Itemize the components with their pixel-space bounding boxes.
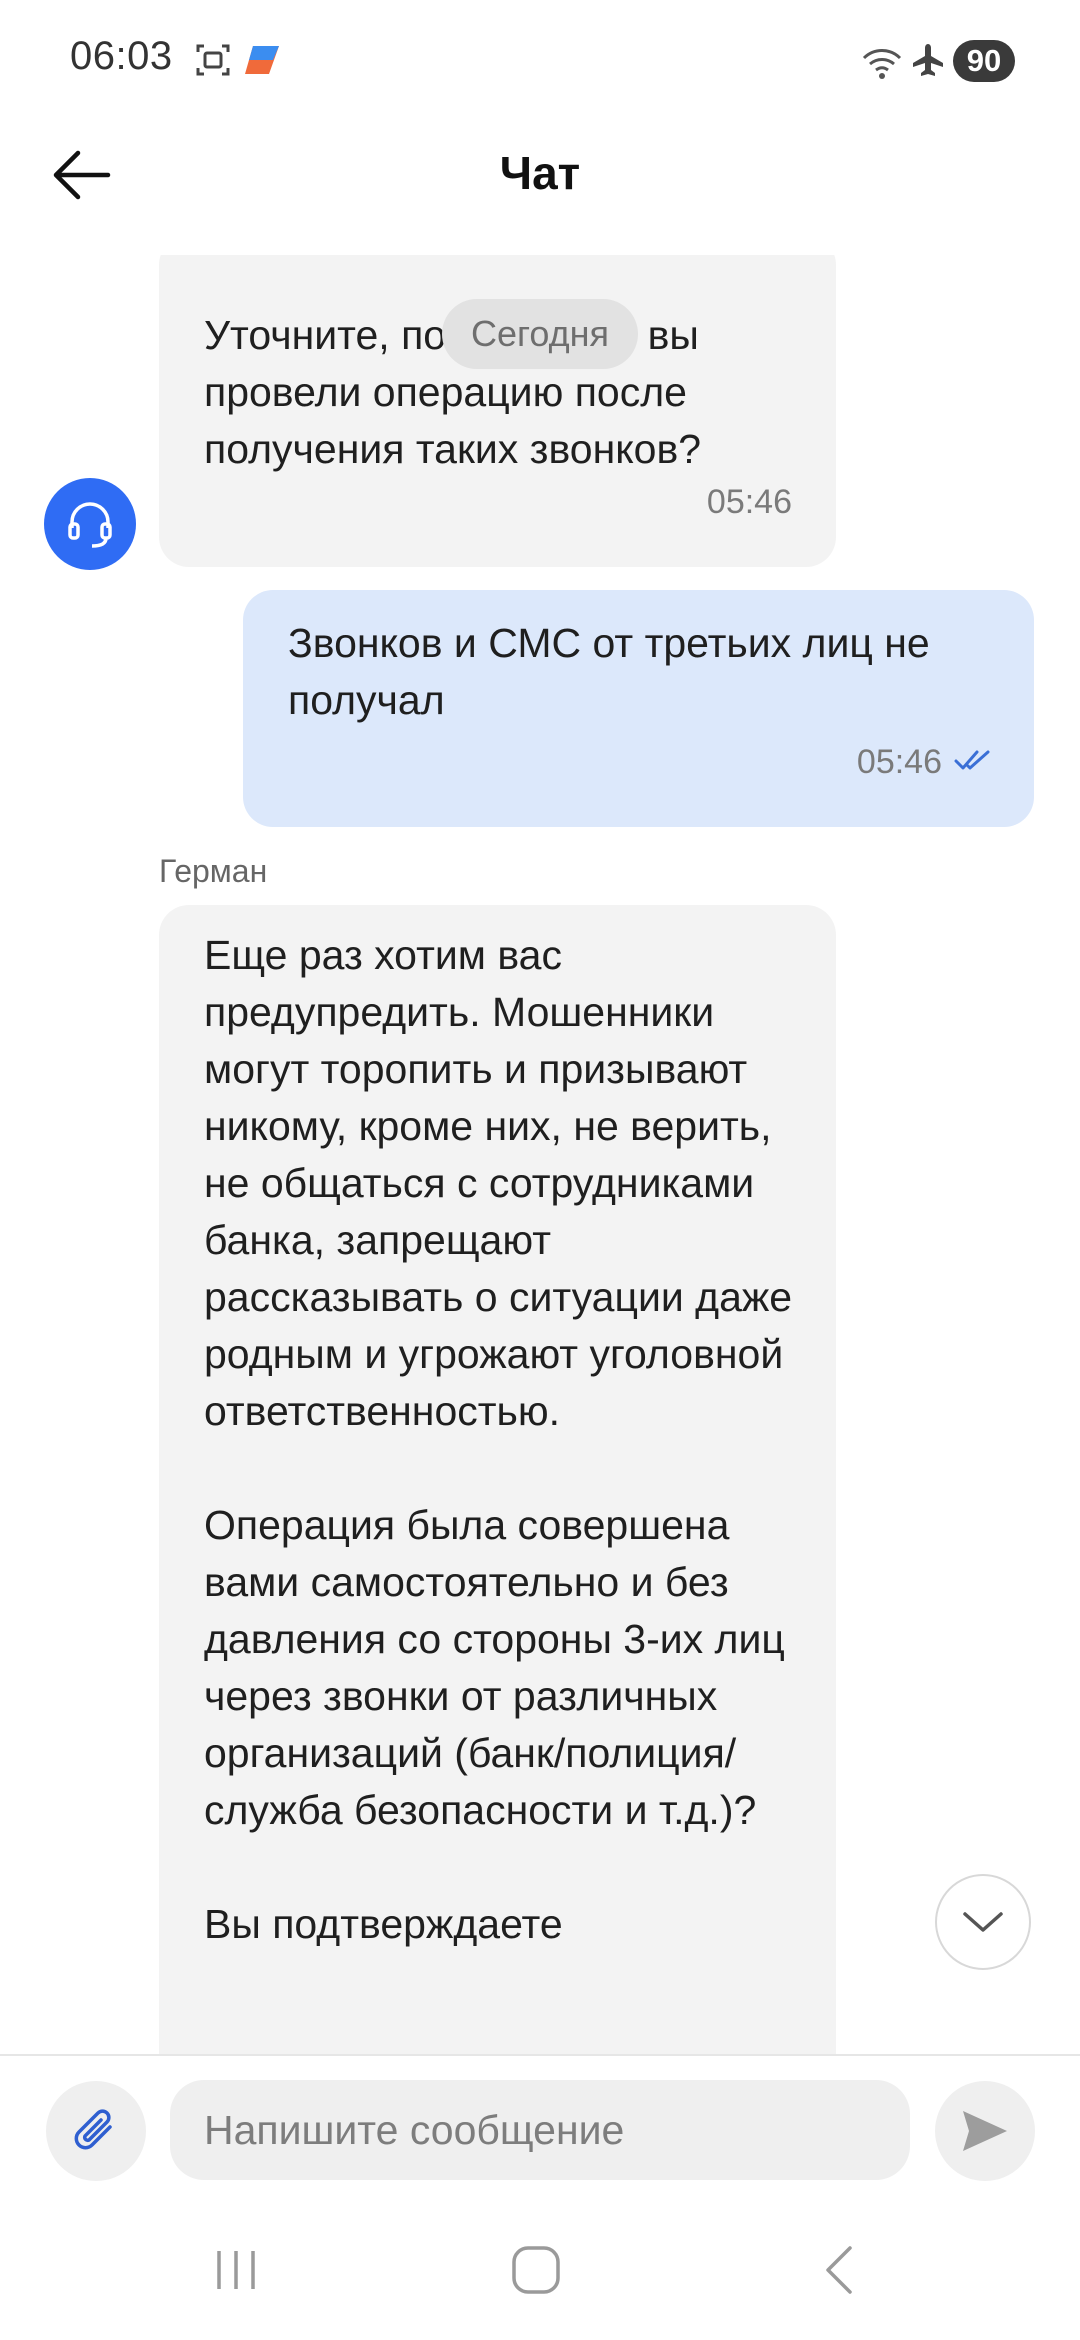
- scroll-down-button[interactable]: [935, 1874, 1031, 1970]
- home-icon: [512, 2246, 560, 2294]
- message-input[interactable]: [170, 2080, 910, 2180]
- chat-area[interactable]: Уточните, пожалуйста, вы провели операци…: [0, 255, 1080, 2055]
- battery-level: 90: [966, 43, 1002, 78]
- app-notification-icon: [243, 42, 283, 83]
- page-title: Чат: [499, 147, 581, 199]
- home-button[interactable]: [496, 2240, 576, 2300]
- system-back-button[interactable]: [800, 2240, 880, 2300]
- recent-apps-button[interactable]: [196, 2240, 276, 2300]
- paperclip-icon: [74, 2109, 112, 2150]
- status-time: 06:03: [70, 34, 173, 78]
- chevron-left-icon: [826, 2246, 852, 2294]
- message-time: 05:46: [856, 743, 942, 781]
- message-text: Звонков и СМС от третьих лиц не получал: [288, 620, 942, 723]
- incoming-message: Еще раз хотим вас предупредить. Мошенник…: [159, 905, 836, 2055]
- support-avatar: [44, 478, 136, 570]
- recent-apps-icon: [217, 2251, 255, 2289]
- message-text: Еще раз хотим вас предупредить. Мошенник…: [204, 932, 793, 1947]
- attach-button[interactable]: [46, 2081, 146, 2181]
- send-icon: [963, 2111, 1007, 2151]
- headset-icon: [68, 502, 112, 548]
- airplane-mode-icon: [910, 42, 946, 83]
- chevron-down-icon: [963, 1912, 1003, 1932]
- sender-name: Герман: [159, 853, 268, 889]
- message-time: 05:46: [706, 483, 792, 521]
- status-bar: 06:03 90: [0, 0, 1080, 125]
- date-separator: Сегодня: [442, 299, 638, 369]
- battery-icon: 90: [953, 40, 1015, 82]
- send-button[interactable]: [935, 2081, 1035, 2181]
- outgoing-message: Звонков и СМС от третьих лиц не получал …: [243, 590, 1034, 827]
- double-check-icon: [954, 730, 992, 787]
- screenshot-icon: [195, 42, 231, 83]
- wifi-icon: [860, 42, 904, 87]
